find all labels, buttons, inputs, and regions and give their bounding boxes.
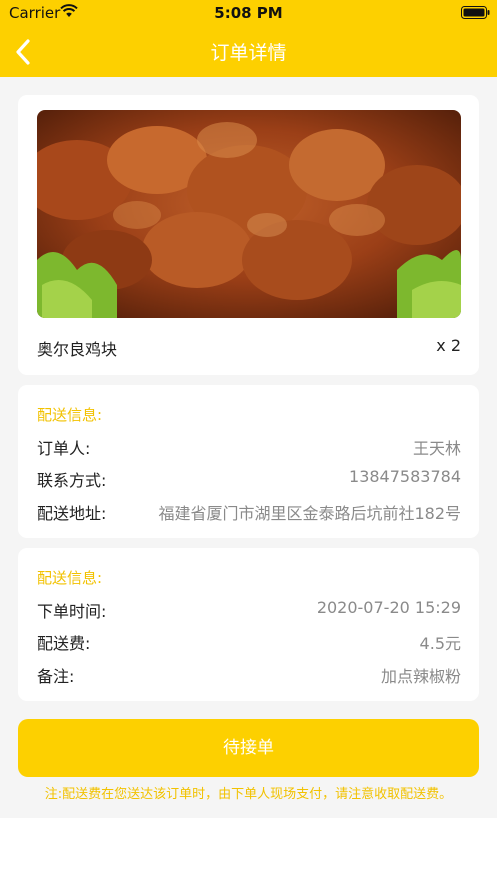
product-quantity: x 2 xyxy=(436,336,461,355)
orderer-row: 订单人: 王天林 xyxy=(37,435,461,459)
nav-bar: 订单详情 xyxy=(0,26,497,77)
orderer-value: 王天林 xyxy=(412,439,461,458)
delivery-fee-row: 配送费: 4.5元 xyxy=(37,630,461,654)
address-row: 配送地址: 福建省厦门市湖里区金泰路后坑前社182号 xyxy=(37,500,461,524)
product-name: 奥尔良鸡块 xyxy=(37,340,118,359)
remark-value: 加点辣椒粉 xyxy=(380,667,461,686)
delivery-info-card: 配送信息: 订单人: 王天林 联系方式: 13847583784 配送地址: 福… xyxy=(18,385,479,538)
battery-icon xyxy=(461,6,490,19)
footer-note: 注:配送费在您送达该订单时，由下单人现场支付，请注意收取配送费。 xyxy=(44,787,453,802)
section-title: 配送信息: xyxy=(37,406,103,424)
remark-row: 备注: 加点辣椒粉 xyxy=(37,663,461,687)
delivery-fee-value: 4.5元 xyxy=(419,634,461,653)
accept-order-button[interactable]: 待接单 xyxy=(18,719,479,777)
product-image xyxy=(37,110,461,318)
contact-label: 联系方式: xyxy=(37,471,107,490)
page-title: 订单详情 xyxy=(210,42,287,64)
orderer-label: 订单人: xyxy=(37,439,91,458)
clock: 5:08 PM xyxy=(214,4,283,22)
order-time-value: 2020-07-20 15:29 xyxy=(316,598,461,617)
order-time-label: 下单时间: xyxy=(37,602,107,621)
section-title: 配送信息: xyxy=(37,569,103,587)
header: Carrier 5:08 PM 订单详情 xyxy=(0,0,497,77)
remark-label: 备注: xyxy=(37,667,75,686)
status-bar: Carrier 5:08 PM xyxy=(0,0,497,26)
order-time-row: 下单时间: 2020-07-20 15:29 xyxy=(37,598,461,622)
address-value: 福建省厦门市湖里区金泰路后坑前社182号 xyxy=(158,504,461,523)
product-card: 奥尔良鸡块 x 2 xyxy=(18,95,479,375)
main-content: 奥尔良鸡块 x 2 配送信息: 订单人: 王天林 联系方式: 138475837… xyxy=(0,77,497,818)
contact-value[interactable]: 13847583784 xyxy=(349,467,461,486)
order-info-card: 配送信息: 下单时间: 2020-07-20 15:29 配送费: 4.5元 备… xyxy=(18,548,479,701)
address-label: 配送地址: xyxy=(37,504,107,523)
delivery-fee-label: 配送费: xyxy=(37,634,91,653)
contact-row: 联系方式: 13847583784 xyxy=(37,467,461,491)
